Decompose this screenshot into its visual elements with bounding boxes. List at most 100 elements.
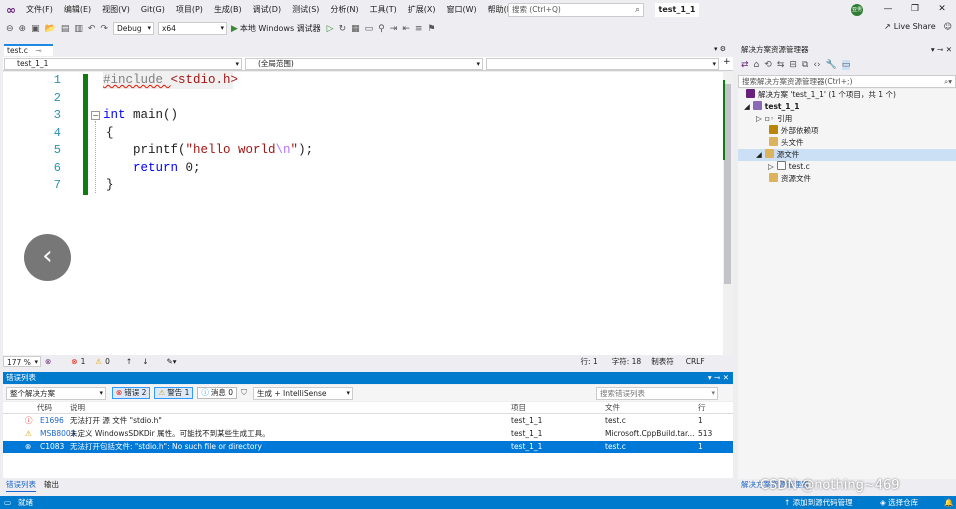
project-nav-dropdown[interactable]: test_1_1 (4, 58, 242, 70)
warning-count[interactable]: 0 (105, 357, 110, 366)
tree-item-external-deps[interactable]: 外部依赖项 (769, 125, 819, 137)
show-all-files-icon[interactable]: ⧉ (802, 60, 808, 70)
notification-icon[interactable]: 🔔 (944, 496, 953, 509)
menu-tools[interactable]: 工具(T) (370, 4, 397, 15)
platform-dropdown[interactable]: x64 (157, 22, 227, 35)
error-code-link[interactable]: C1083 (40, 441, 64, 453)
expand-icon[interactable]: ◢ (744, 102, 750, 111)
menu-file[interactable]: 文件(F) (26, 4, 53, 15)
menu-window[interactable]: 窗口(W) (447, 4, 477, 15)
toolbox-icon[interactable]: ▦ (351, 24, 360, 34)
pin-icon[interactable]: ⊸ (35, 46, 41, 55)
tab-output[interactable]: 输出 (44, 479, 59, 491)
menu-git[interactable]: Git(G) (141, 5, 165, 14)
redo-icon[interactable]: ↷ (100, 24, 108, 34)
error-code-link[interactable]: E1696 (40, 415, 64, 427)
back-overlay-button[interactable]: ‹ (24, 234, 71, 281)
menu-project[interactable]: 项目(P) (176, 4, 203, 15)
errors-filter-button[interactable]: ⊗ 错误 2 (112, 387, 151, 399)
cleanup-icon[interactable]: ✎▾ (166, 357, 176, 366)
col-desc[interactable]: 说明 (70, 402, 85, 414)
tab-test-c[interactable]: test.c ⊸ ✕ (4, 44, 53, 65)
config-dropdown[interactable]: Debug (112, 22, 154, 35)
tree-item-source-files[interactable]: ◢ 源文件 (756, 149, 799, 161)
code-editor[interactable]: 1 2 3 4 5 6 7 − #include <stdio.h> int m… (3, 72, 723, 355)
table-row[interactable]: ⊗ C1083 无法打开包括文件: "stdio.h": No such fil… (3, 441, 733, 453)
panel-controls-icon[interactable]: ▾ ⊸ ✕ (708, 372, 729, 384)
menu-build[interactable]: 生成(B) (214, 4, 242, 15)
col-line[interactable]: 行 (698, 402, 706, 414)
minimize-icon[interactable]: — (877, 2, 899, 17)
menu-edit[interactable]: 编辑(E) (64, 4, 91, 15)
expand-icon[interactable]: ◢ (756, 150, 762, 159)
scrollbar-thumb[interactable] (724, 84, 731, 284)
line-indicator[interactable]: 行: 1 (581, 356, 598, 367)
eol-indicator[interactable]: CRLF (686, 357, 705, 366)
tree-item-references[interactable]: ▷ ▫◦ 引用 (756, 113, 792, 125)
tree-item-solution[interactable]: 解决方案 'test_1_1' (1 个项目，共 1 个) (746, 89, 896, 101)
build-filter-dropdown[interactable]: 生成 + IntelliSense (253, 386, 353, 400)
tab-overflow-icon[interactable]: ▾ ⚙ (714, 45, 726, 53)
step-icon[interactable]: ⇥ (390, 24, 398, 34)
forward-icon[interactable]: ⊕ (19, 24, 27, 34)
layout-icon[interactable]: ▭ (365, 24, 374, 34)
switch-views-icon[interactable]: ⇄ (741, 60, 749, 70)
collapse-icon[interactable]: − (91, 111, 100, 120)
error-count[interactable]: 1 (81, 357, 86, 366)
code-view-icon[interactable]: ‹› (813, 60, 820, 70)
indent-icon[interactable]: ⇤ (402, 24, 410, 34)
bookmark-icon[interactable]: ⚑ (427, 24, 435, 34)
table-row[interactable]: ⓘ E1696 无法打开 源 文件 "stdio.h" test_1_1 tes… (3, 415, 733, 427)
menu-debug[interactable]: 调试(D) (253, 4, 281, 15)
live-share-button[interactable]: ↗ Live Share ☺ (884, 22, 952, 31)
back-icon[interactable]: ⊖ (6, 24, 14, 34)
run-debugger-button[interactable]: 本地 Windows 调试器 (240, 23, 321, 34)
expand-icon[interactable]: ▷ (756, 114, 762, 123)
undo-icon[interactable]: ↶ (88, 24, 96, 34)
tree-item-project[interactable]: ◢ test_1_1 (744, 101, 799, 113)
menu-analyze[interactable]: 分析(N) (330, 4, 358, 15)
save-all-icon[interactable]: ▥ (74, 24, 83, 34)
feedback-icon[interactable]: ☺ (944, 22, 952, 31)
col-code[interactable]: 代码 (37, 402, 52, 414)
expand-icon[interactable]: ▷ (768, 162, 774, 171)
avatar[interactable]: 亚男 (851, 4, 863, 16)
panel-controls-icon[interactable]: ▾ ⊸ ✕ (931, 44, 952, 56)
zoom-dropdown[interactable]: 177 % (3, 355, 41, 368)
error-search-input[interactable]: 搜索错误列表 (596, 386, 718, 400)
open-icon[interactable]: 📂 (45, 24, 56, 34)
filter-icon[interactable]: ⛉ (241, 388, 247, 398)
add-to-source-control[interactable]: ↑ 添加到源代码管理 (784, 496, 853, 509)
home-icon[interactable]: ⌂ (754, 60, 760, 70)
tree-item-test-c[interactable]: ▷ test.c (768, 161, 810, 173)
scope-dropdown[interactable]: 整个解决方案 (6, 386, 106, 400)
split-icon[interactable]: + (723, 57, 731, 67)
member-nav-dropdown[interactable] (486, 58, 719, 70)
select-repo[interactable]: ◈ 选择仓库 (880, 496, 918, 509)
next-issue-icon[interactable]: ↓ (142, 357, 148, 366)
menu-view[interactable]: 视图(V) (102, 4, 130, 15)
close-icon[interactable]: ✕ (931, 2, 953, 17)
hot-reload-icon[interactable]: ↻ (339, 24, 347, 34)
new-project-icon[interactable]: ▣ (31, 24, 40, 34)
maximize-icon[interactable]: ❐ (904, 2, 926, 17)
preview-icon[interactable]: ▭ (841, 60, 851, 70)
properties-icon[interactable]: 🔧 (826, 60, 837, 70)
tree-item-resource-files[interactable]: 资源文件 (769, 173, 811, 185)
visual-studio-logo-icon[interactable]: ∞ (6, 3, 20, 17)
char-indicator[interactable]: 字符: 18 (612, 356, 641, 367)
menu-test[interactable]: 测试(S) (292, 4, 319, 15)
run-without-debug-icon[interactable]: ▷ (327, 24, 334, 34)
col-project[interactable]: 项目 (511, 402, 526, 414)
solution-search-input[interactable]: 搜索解决方案资源管理器(Ctrl+;) ⌕▾ (738, 75, 956, 88)
comment-icon[interactable]: ≡ (415, 24, 423, 34)
intellicode-icon[interactable]: ⊗ (45, 357, 51, 366)
save-icon[interactable]: ▤ (61, 24, 70, 34)
prev-issue-icon[interactable]: ↑ (126, 357, 132, 366)
menu-extensions[interactable]: 扩展(X) (408, 4, 436, 15)
col-file[interactable]: 文件 (605, 402, 620, 414)
tabs-indicator[interactable]: 制表符 (651, 356, 674, 367)
messages-filter-button[interactable]: ⓘ 消息 0 (197, 387, 237, 399)
table-row[interactable]: ⚠ MSB8003 未定义 WindowsSDKDir 属性。可能找不到某些生成… (3, 428, 733, 440)
scope-nav-dropdown[interactable]: (全局范围) (245, 58, 483, 70)
